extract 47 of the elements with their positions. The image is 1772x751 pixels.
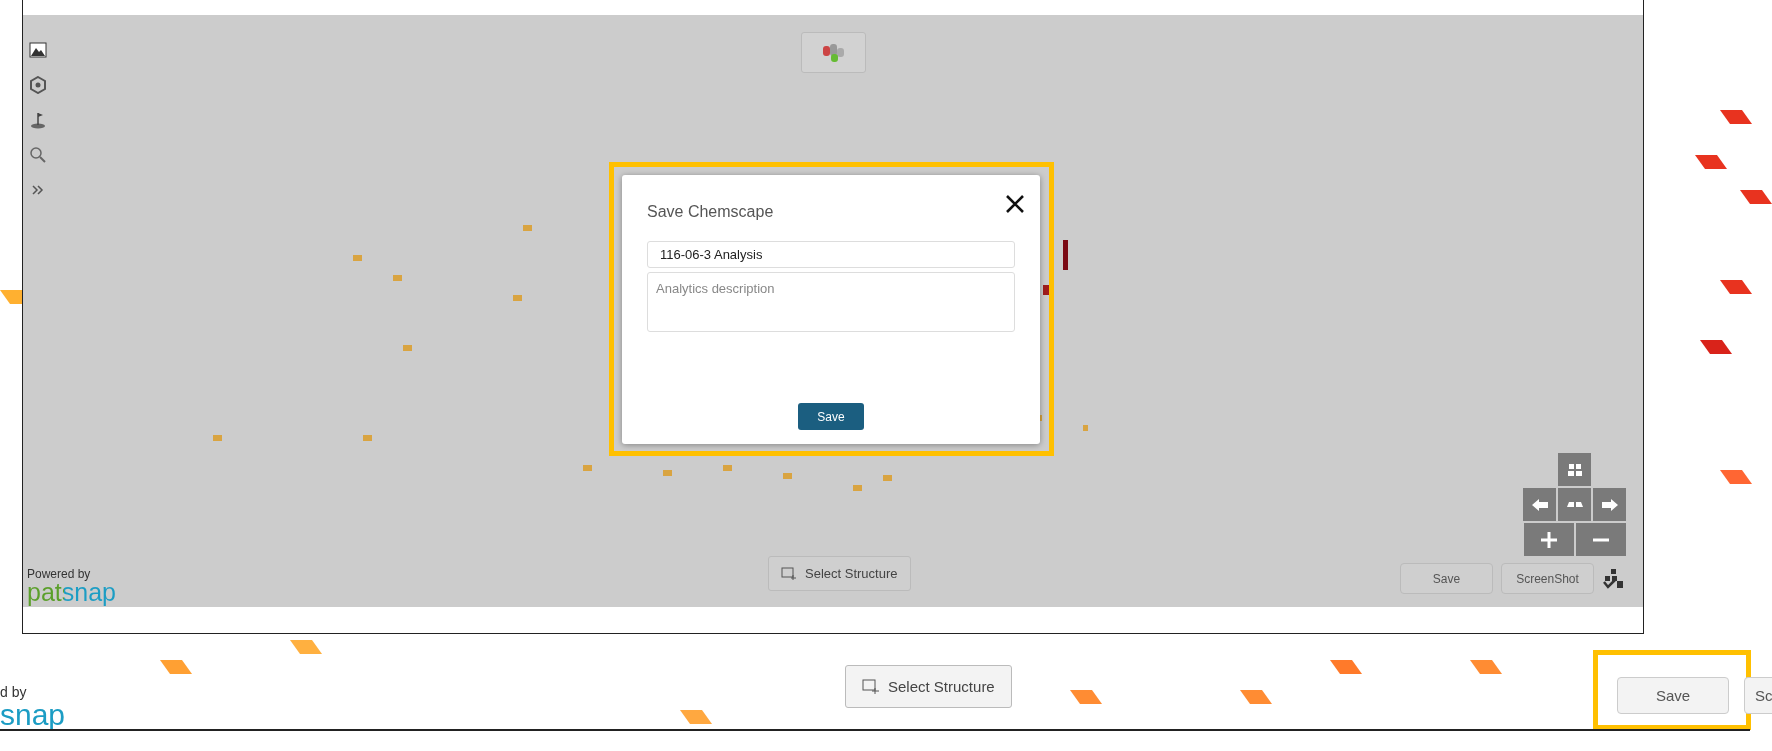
block-drawing <box>1720 280 1752 294</box>
flag-icon[interactable] <box>29 111 47 129</box>
select-structure-button[interactable]: Select Structure <box>845 665 1012 708</box>
reset-view-button[interactable] <box>1558 488 1591 521</box>
description-field[interactable]: Analytics description <box>647 272 1015 332</box>
powered-by-label: Powered by <box>27 568 92 580</box>
arrow-right-icon <box>1601 498 1618 511</box>
close-icon[interactable] <box>1005 194 1025 214</box>
plus-icon <box>1540 531 1557 548</box>
checklist-icon[interactable] <box>1602 567 1624 590</box>
dialog-title: Save Chemscape <box>647 203 774 221</box>
hexagon-icon[interactable] <box>29 76 47 94</box>
block-drawing <box>1720 110 1752 124</box>
cylinders-icon <box>820 42 847 63</box>
toolbar-button[interactable]: Sc <box>1744 677 1772 714</box>
selection-icon <box>781 566 797 581</box>
powered-by-label: d by <box>0 684 27 700</box>
block-drawing <box>1695 155 1727 169</box>
zoom-out-button[interactable] <box>1575 523 1626 556</box>
layers-button[interactable] <box>801 32 866 73</box>
grid-icon <box>1567 463 1582 476</box>
selection-icon <box>862 678 880 695</box>
pan-right-button[interactable] <box>1593 488 1626 521</box>
save-button[interactable]: Save <box>1400 563 1493 594</box>
select-structure-button[interactable]: Select Structure <box>768 556 911 591</box>
arrow-left-icon <box>1531 498 1548 511</box>
save-button[interactable]: Save <box>1617 677 1729 714</box>
block-drawing <box>680 710 712 724</box>
block-drawing <box>1330 660 1362 674</box>
save-button[interactable]: Save <box>798 403 864 430</box>
block-drawing <box>1700 340 1732 354</box>
search-icon[interactable] <box>29 146 47 164</box>
minus-icon <box>1592 537 1609 542</box>
block-drawing <box>1740 190 1772 204</box>
name-field[interactable]: 116-06-3 Analysis <box>647 241 1015 268</box>
pan-left-button[interactable] <box>1523 488 1556 521</box>
zoom-in-button[interactable] <box>1523 523 1574 556</box>
block-drawing <box>1240 690 1272 704</box>
block-drawing <box>1470 660 1502 674</box>
block-drawing <box>1720 470 1752 484</box>
landscape-icon[interactable] <box>29 41 47 59</box>
block-drawing <box>1070 690 1102 704</box>
grid-view-button[interactable] <box>1558 453 1591 486</box>
block-drawing <box>160 660 192 674</box>
block-drawing <box>290 640 322 654</box>
screenshot-button[interactable]: ScreenShot <box>1501 563 1594 594</box>
blocks-icon <box>1566 501 1583 508</box>
